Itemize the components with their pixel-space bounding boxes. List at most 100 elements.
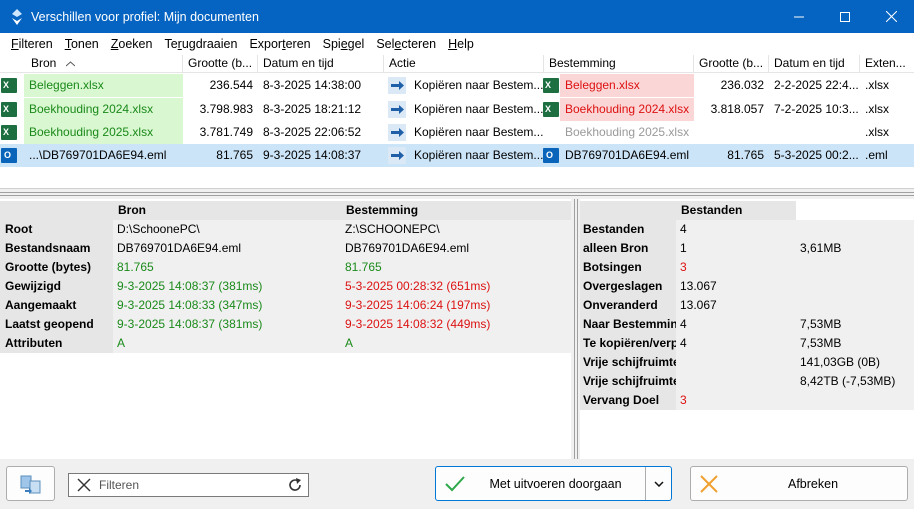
- stats-row: Vrije schijfruimte 141,03GB (0B): [580, 353, 914, 372]
- stats-label: Naar Bestemming: [580, 315, 676, 334]
- menu-help[interactable]: Help: [442, 37, 480, 51]
- detail-row: Bestandsnaam DB769701DA6E94.eml DB769701DA…: [0, 239, 571, 258]
- column-header-datum-bron[interactable]: Datum en tijd: [258, 55, 384, 73]
- stats-column-bestanden: Bestanden: [676, 201, 796, 220]
- detail-source-value: 9-3-2025 14:08:33 (347ms): [113, 296, 341, 315]
- horizontal-splitter[interactable]: [0, 189, 914, 199]
- detail-label: Gewijzigd: [0, 277, 113, 296]
- detail-destination-value: 5-3-2025 00:28:32 (651ms): [341, 277, 571, 296]
- sort-ascending-icon: [65, 61, 76, 67]
- detail-row: Attributen A A: [0, 334, 571, 353]
- detail-row: Grootte (bytes) 81.765 81.765: [0, 258, 571, 277]
- menu-exporteren[interactable]: Exporteren: [243, 37, 316, 51]
- detail-label: Attributen: [0, 334, 113, 353]
- copy-right-arrow-icon: [388, 147, 406, 164]
- column-header-grootte-bestemming[interactable]: Grootte (b...: [694, 55, 769, 73]
- stats-row: alleen Bron 1 3,61MB: [580, 239, 914, 258]
- close-button[interactable]: [868, 0, 914, 33]
- proceed-dropdown-button[interactable]: [645, 467, 671, 500]
- menu-filteren[interactable]: Filteren: [5, 37, 59, 51]
- stats-header-row: Bestanden: [580, 201, 914, 220]
- vertical-splitter[interactable]: [571, 199, 580, 459]
- destination-size: [694, 121, 769, 144]
- action-label: Kopiëren naar Bestem...: [414, 125, 543, 139]
- table-row[interactable]: X Boekhouding 2024.xlsx 3.798.983 8-3-2025 …: [0, 98, 914, 121]
- file-grid: Bron Grootte (b... Datum en tijd Actie B…: [0, 55, 914, 189]
- stats-label: alleen Bron: [580, 239, 676, 258]
- stats-row: Botsingen 3: [580, 258, 914, 277]
- detail-label: Grootte (bytes): [0, 258, 113, 277]
- source-date: 9-3-2025 14:08:37: [263, 148, 362, 162]
- filter-box[interactable]: Filteren: [68, 473, 309, 497]
- detail-column-bron: Bron: [113, 201, 341, 220]
- extension: .eml: [865, 148, 888, 162]
- destination-name: Beleggen.xlsx: [560, 74, 694, 97]
- detail-label: Laatst geopend: [0, 315, 113, 334]
- stats-count: 3: [676, 258, 796, 277]
- stats-size: [796, 296, 914, 315]
- stats-label: Vrije schijfruimte: [580, 372, 676, 391]
- stats-header-blank: [580, 201, 676, 220]
- proceed-button-group[interactable]: Met uitvoeren doorgaan: [435, 466, 672, 501]
- stats-count: 13.067: [676, 296, 796, 315]
- source-name: Boekhouding 2025.xlsx: [24, 121, 183, 144]
- source-size: 81.765: [216, 148, 253, 162]
- extension: .xlsx: [865, 78, 889, 92]
- table-row[interactable]: X Beleggen.xlsx 236.544 8-3-2025 14:38:00 Ko…: [0, 74, 914, 97]
- filter-input[interactable]: Filteren: [99, 478, 286, 492]
- menu-zoeken[interactable]: Zoeken: [105, 37, 159, 51]
- source-size: 3.781.749: [199, 125, 253, 139]
- cancel-button-label: Afbreken: [787, 476, 839, 491]
- minimize-button[interactable]: [776, 0, 822, 33]
- column-header-extensie[interactable]: Exten...: [860, 55, 914, 73]
- detail-row: Aangemaakt 9-3-2025 14:08:33 (347ms) 9-3-2…: [0, 296, 571, 315]
- cancel-button[interactable]: Afbreken: [690, 466, 908, 501]
- stats-label: Bestanden: [580, 220, 676, 239]
- column-header-label: Bron: [31, 56, 57, 70]
- grid-header: Bron Grootte (b... Datum en tijd Actie B…: [0, 55, 914, 73]
- excel-icon: X: [543, 102, 559, 117]
- stats-count: 1: [676, 239, 796, 258]
- minimize-icon: [794, 16, 804, 17]
- stats-size: 8,42TB (-7,53MB): [796, 372, 914, 391]
- refresh-icon[interactable]: [286, 476, 304, 494]
- extension: .xlsx: [865, 102, 889, 116]
- column-header-bron[interactable]: Bron: [24, 55, 183, 73]
- menu-spiegel[interactable]: Spiegel: [317, 37, 371, 51]
- app-icon: [12, 8, 22, 25]
- source-date: 8-3-2025 18:21:12: [263, 102, 362, 116]
- menu-tonen[interactable]: Tonen: [59, 37, 105, 51]
- column-header-bestemming[interactable]: Bestemming: [544, 55, 694, 73]
- menu-selecteren[interactable]: Selecteren: [370, 37, 442, 51]
- detail-source-value: DB769701DA6E94.eml: [113, 239, 341, 258]
- column-header-grootte-bron[interactable]: Grootte (b...: [183, 55, 258, 73]
- destination-name: Boekhouding 2025.xlsx: [565, 125, 690, 139]
- detail-source-value: 9-3-2025 14:08:37 (381ms): [113, 315, 341, 334]
- menu-terugdraaien[interactable]: Terugdraaien: [158, 37, 243, 51]
- detail-column-bestemming: Bestemming: [341, 201, 571, 220]
- detail-destination-value: 9-3-2025 14:06:24 (197ms): [341, 296, 571, 315]
- clear-filter-icon[interactable]: [77, 478, 91, 492]
- detail-row: Gewijzigd 9-3-2025 14:08:37 (381ms) 5-3-20…: [0, 277, 571, 296]
- swap-direction-button[interactable]: [6, 466, 55, 501]
- detail-label: Root: [0, 220, 113, 239]
- source-name: ...\DB769701DA6E94.eml: [29, 148, 167, 162]
- detail-source-value: A: [113, 334, 341, 353]
- action-label: Kopiëren naar Bestem...: [414, 102, 543, 116]
- stats-row: Te kopiëren/verplaatsen47,53MB: [580, 334, 914, 353]
- detail-label: Aangemaakt: [0, 296, 113, 315]
- stats-label: Vervang Doel: [580, 391, 676, 410]
- maximize-button[interactable]: [822, 0, 868, 33]
- stats-size: 141,03GB (0B): [796, 353, 914, 372]
- column-header-actie[interactable]: Actie: [384, 55, 544, 73]
- source-name: Beleggen.xlsx: [24, 74, 183, 97]
- excel-icon: X: [1, 102, 17, 117]
- detail-destination-value: DB769701DA6E94.eml: [341, 239, 571, 258]
- column-header-datum-bestemming[interactable]: Datum en tijd: [769, 55, 860, 73]
- copy-right-arrow-icon: [388, 77, 406, 94]
- source-date: 8-3-2025 14:38:00: [263, 78, 362, 92]
- stats-label: Te kopiëren/verplaatsen: [580, 334, 676, 353]
- table-row[interactable]: X Boekhouding 2025.xlsx 3.781.749 8-3-2025 …: [0, 121, 914, 144]
- proceed-button[interactable]: Met uitvoeren doorgaan: [466, 477, 645, 491]
- table-row[interactable]: O ...\DB769701DA6E94.eml 81.765 9-3-2025 14…: [0, 144, 914, 167]
